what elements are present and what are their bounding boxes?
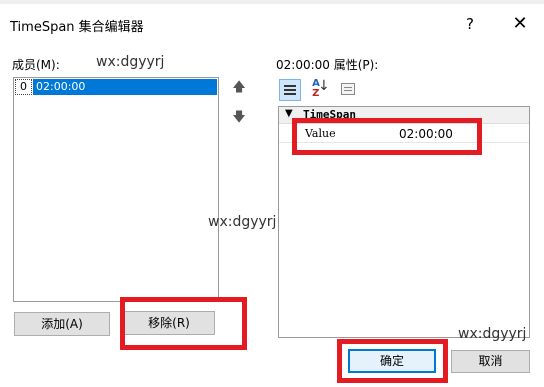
list-item[interactable]: 0 02:00:00 [15,79,217,96]
watermark: wx:dgyyrj [208,214,277,230]
add-button[interactable]: 添加(A) [14,312,110,336]
categorized-button[interactable] [279,79,301,101]
members-label: 成员(M): [12,58,60,72]
close-icon: ✕ [512,13,528,34]
members-list[interactable]: 0 02:00:00 [13,77,219,302]
properties-label: 02:00:00 属性(P): [276,58,379,72]
property-pages-button[interactable] [339,81,357,97]
categorized-icon [284,85,296,87]
remove-highlight-box [120,297,247,350]
top-strip [0,0,544,4]
property-pages-icon [341,83,355,95]
arrow-up-icon: 🡅 [232,80,246,95]
watermark: wx:dgyyrj [96,54,165,70]
value-highlight-box [292,118,482,155]
cancel-button[interactable]: 取消 [451,350,530,373]
member-value[interactable]: 02:00:00 [33,79,217,95]
move-down-button[interactable]: 🡇 [229,108,249,128]
watermark: wx:dgyyrj [458,326,527,342]
close-button[interactable]: ✕ [508,12,532,36]
help-button[interactable]: ? [458,12,482,36]
alphabetical-button[interactable]: AZ ↓ [305,79,330,101]
ok-highlight-box [337,339,448,383]
member-index: 0 [15,79,32,95]
dialog-title: TimeSpan 集合编辑器 [10,20,144,35]
move-up-button[interactable]: 🡅 [229,78,249,98]
arrow-down-icon: 🡇 [232,110,246,125]
